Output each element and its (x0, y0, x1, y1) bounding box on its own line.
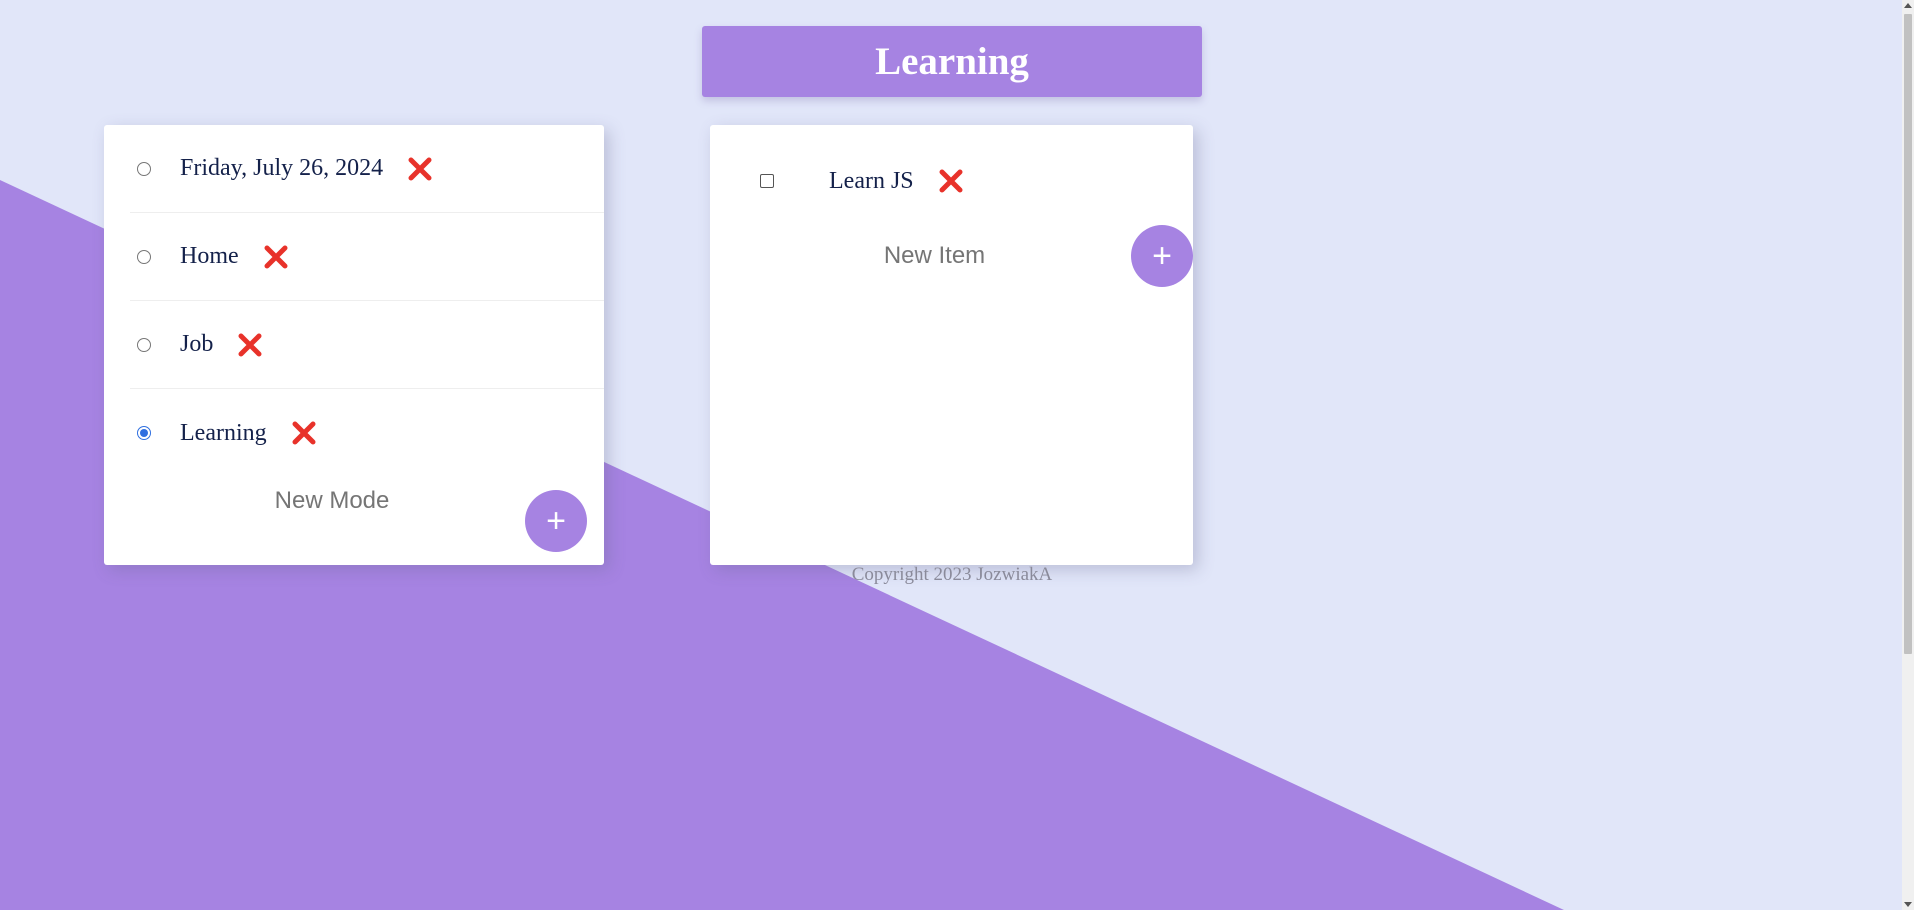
todo-label: Learn JS (829, 167, 914, 194)
todo-checkbox[interactable] (760, 174, 774, 188)
delete-icon[interactable] (407, 156, 433, 182)
add-item-button[interactable]: + (1131, 225, 1193, 287)
add-mode-button[interactable]: + (525, 490, 587, 552)
page-title: Learning (702, 26, 1202, 97)
mode-radio[interactable] (137, 161, 151, 176)
mode-label: Job (180, 331, 214, 357)
mode-item[interactable]: Learning (130, 389, 604, 477)
delete-icon[interactable] (237, 332, 263, 358)
scroll-thumb[interactable] (1904, 14, 1912, 654)
todo-panel: Learn JS + (710, 125, 1193, 565)
delete-icon[interactable] (938, 168, 964, 194)
modes-panel: Friday, July 26, 2024 Home Job Learning (104, 125, 604, 565)
mode-item[interactable]: Job (130, 301, 604, 389)
todo-item[interactable]: Learn JS (710, 151, 1193, 211)
mode-label: Home (180, 243, 239, 269)
mode-item[interactable]: Friday, July 26, 2024 (130, 125, 604, 213)
mode-radio[interactable] (137, 337, 151, 352)
mode-item[interactable]: Home (130, 213, 604, 301)
delete-icon[interactable] (263, 244, 289, 270)
mode-radio[interactable] (137, 249, 151, 264)
delete-icon[interactable] (291, 420, 317, 446)
mode-radio-selected[interactable] (137, 426, 151, 440)
page: Learning Friday, July 26, 2024 Home Job (0, 0, 1914, 910)
mode-label: Learning (180, 419, 267, 446)
copyright-text: Copyright 2023 JozwiakA (851, 564, 1053, 585)
mode-label: Friday, July 26, 2024 (180, 155, 384, 181)
new-item-input[interactable] (710, 235, 1159, 277)
scroll-up-arrow-icon[interactable] (1904, 3, 1912, 8)
vertical-scrollbar[interactable] (1902, 0, 1914, 910)
scroll-down-arrow-icon[interactable] (1904, 902, 1912, 907)
new-mode-input[interactable] (130, 480, 534, 522)
